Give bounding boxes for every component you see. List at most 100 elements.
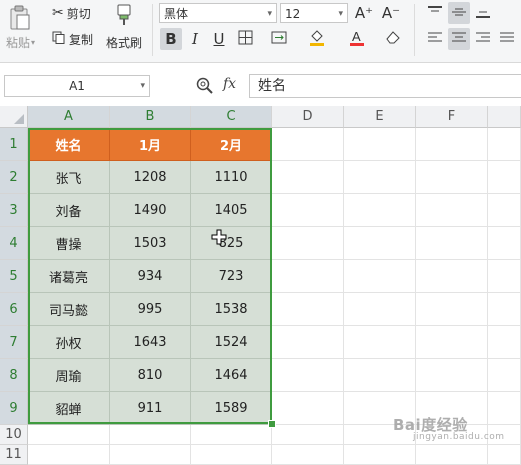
font-size-select[interactable]: 12 ▾ xyxy=(280,3,348,23)
empty-cell[interactable] xyxy=(488,194,521,227)
row-header-6[interactable]: 6 xyxy=(0,293,28,326)
align-top-button[interactable] xyxy=(424,2,446,24)
paste-button[interactable]: 粘贴 ▾ xyxy=(6,34,35,51)
font-name-select[interactable]: 黑体 ▾ xyxy=(159,3,277,23)
empty-cell[interactable] xyxy=(488,326,521,359)
column-header-c[interactable]: C xyxy=(191,106,272,128)
shrink-font-button[interactable]: A⁻ xyxy=(380,2,402,24)
formula-input[interactable]: 姓名 xyxy=(249,74,521,98)
table-cell[interactable]: 1524 xyxy=(191,326,272,359)
table-cell[interactable]: 诸葛亮 xyxy=(28,260,110,293)
name-box[interactable]: A1 ▾ xyxy=(4,75,150,97)
row-header-2[interactable]: 2 xyxy=(0,161,28,194)
empty-cell[interactable] xyxy=(272,227,344,260)
empty-cell[interactable] xyxy=(272,194,344,227)
empty-cell[interactable] xyxy=(416,128,488,161)
fill-color-button[interactable] xyxy=(306,28,328,50)
borders-button[interactable] xyxy=(234,28,256,50)
column-header-b[interactable]: B xyxy=(110,106,191,128)
table-cell[interactable]: 曹操 xyxy=(28,227,110,260)
align-middle-button[interactable] xyxy=(448,2,470,24)
select-all-corner[interactable] xyxy=(0,106,28,128)
empty-cell[interactable] xyxy=(416,293,488,326)
column-header-a[interactable]: A xyxy=(28,106,110,128)
empty-cell[interactable] xyxy=(344,128,416,161)
font-color-button[interactable]: A xyxy=(346,28,368,50)
table-cell[interactable]: 周瑜 xyxy=(28,359,110,392)
empty-cell[interactable] xyxy=(344,293,416,326)
empty-cell[interactable] xyxy=(272,445,344,465)
paste-icon[interactable] xyxy=(8,4,36,32)
empty-cell[interactable] xyxy=(488,445,521,465)
align-center-button[interactable] xyxy=(448,28,470,50)
justify-button[interactable] xyxy=(496,28,518,50)
zoom-icon[interactable] xyxy=(196,77,214,99)
column-header-e[interactable]: E xyxy=(344,106,416,128)
empty-cell[interactable] xyxy=(416,445,488,465)
empty-cell[interactable] xyxy=(416,359,488,392)
italic-button[interactable]: I xyxy=(184,28,206,50)
table-cell[interactable]: 1503 xyxy=(110,227,191,260)
empty-cell[interactable] xyxy=(110,445,191,465)
brush-icon[interactable] xyxy=(113,2,137,28)
fx-label[interactable]: fx xyxy=(223,76,236,92)
copy-button[interactable]: 复制 xyxy=(52,30,93,48)
empty-cell[interactable] xyxy=(272,293,344,326)
empty-cell[interactable] xyxy=(344,161,416,194)
empty-cell[interactable] xyxy=(488,293,521,326)
row-header-4[interactable]: 4 xyxy=(0,227,28,260)
empty-cell[interactable] xyxy=(272,326,344,359)
empty-cell[interactable] xyxy=(191,425,272,445)
table-cell[interactable]: 825 xyxy=(191,227,272,260)
bold-button[interactable]: B xyxy=(160,28,182,50)
table-header-cell[interactable]: 2月 xyxy=(191,128,272,161)
table-cell[interactable]: 995 xyxy=(110,293,191,326)
table-cell[interactable]: 1208 xyxy=(110,161,191,194)
table-cell[interactable]: 1538 xyxy=(191,293,272,326)
empty-cell[interactable] xyxy=(416,260,488,293)
table-cell[interactable]: 1589 xyxy=(191,392,272,425)
table-cell[interactable]: 1464 xyxy=(191,359,272,392)
format-painter-button[interactable]: 格式刷 xyxy=(106,34,142,51)
empty-cell[interactable] xyxy=(272,359,344,392)
empty-cell[interactable] xyxy=(344,359,416,392)
fill-handle[interactable] xyxy=(268,420,276,428)
align-bottom-button[interactable] xyxy=(472,2,494,24)
merge-cells-button[interactable] xyxy=(268,28,290,50)
table-cell[interactable]: 貂蝉 xyxy=(28,392,110,425)
empty-cell[interactable] xyxy=(488,260,521,293)
table-cell[interactable]: 张飞 xyxy=(28,161,110,194)
column-header-d[interactable]: D xyxy=(272,106,344,128)
clear-format-button[interactable] xyxy=(382,28,404,50)
row-header-11[interactable]: 11 xyxy=(0,445,28,465)
table-cell[interactable]: 1110 xyxy=(191,161,272,194)
table-cell[interactable]: 1405 xyxy=(191,194,272,227)
table-cell[interactable]: 刘备 xyxy=(28,194,110,227)
table-header-cell[interactable]: 姓名 xyxy=(28,128,110,161)
empty-cell[interactable] xyxy=(416,161,488,194)
empty-cell[interactable] xyxy=(488,161,521,194)
empty-cell[interactable] xyxy=(416,194,488,227)
empty-cell[interactable] xyxy=(416,227,488,260)
empty-cell[interactable] xyxy=(272,260,344,293)
table-cell[interactable]: 1490 xyxy=(110,194,191,227)
row-header-5[interactable]: 5 xyxy=(0,260,28,293)
empty-cell[interactable] xyxy=(344,260,416,293)
table-cell[interactable]: 911 xyxy=(110,392,191,425)
table-header-cell[interactable]: 1月 xyxy=(110,128,191,161)
empty-cell[interactable] xyxy=(344,445,416,465)
underline-button[interactable]: U xyxy=(208,28,230,50)
empty-cell[interactable] xyxy=(110,425,191,445)
column-header-g[interactable] xyxy=(488,106,521,128)
empty-cell[interactable] xyxy=(272,128,344,161)
empty-cell[interactable] xyxy=(344,194,416,227)
table-cell[interactable]: 孙权 xyxy=(28,326,110,359)
align-left-button[interactable] xyxy=(424,28,446,50)
table-cell[interactable]: 司马懿 xyxy=(28,293,110,326)
empty-cell[interactable] xyxy=(488,359,521,392)
table-cell[interactable]: 723 xyxy=(191,260,272,293)
empty-cell[interactable] xyxy=(272,425,344,445)
empty-cell[interactable] xyxy=(416,326,488,359)
table-cell[interactable]: 934 xyxy=(110,260,191,293)
row-header-1[interactable]: 1 xyxy=(0,128,28,161)
